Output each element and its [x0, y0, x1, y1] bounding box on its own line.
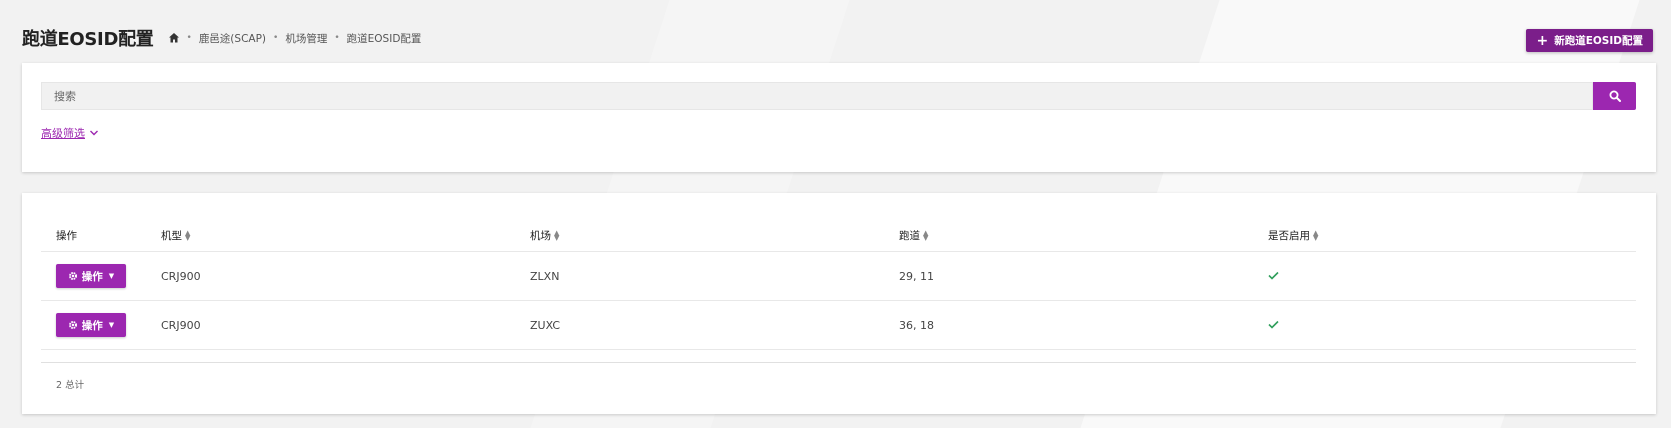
- breadcrumb: • 鹿邑途(SCAP) • 机场管理 • 跑道EOSID配置: [168, 31, 422, 46]
- breadcrumb-separator: •: [186, 33, 192, 43]
- action-cell: 操作 ▼: [41, 313, 161, 337]
- column-header-enabled[interactable]: 是否启用 ▲ ▼: [1268, 228, 1636, 243]
- sort-icon[interactable]: ▲ ▼: [1313, 229, 1318, 241]
- caret-down-icon: ▼: [108, 321, 115, 329]
- data-table: 操作 机型 ▲ ▼ 机场 ▲ ▼ 跑道 ▲ ▼ 是否启用 ▲ ▼ 操作 ▼ CR…: [41, 219, 1636, 391]
- airport-cell: ZLXN: [530, 269, 560, 283]
- table-total: 2 总计: [41, 362, 1636, 391]
- search-card: 高级筛选: [22, 63, 1656, 172]
- breadcrumb-separator: •: [273, 33, 279, 43]
- aircraft-type-cell: CRJ900: [161, 269, 201, 283]
- table-header: 操作 机型 ▲ ▼ 机场 ▲ ▼ 跑道 ▲ ▼ 是否启用 ▲ ▼: [41, 219, 1636, 252]
- caret-down-icon: ▼: [108, 272, 115, 280]
- aircraft-type-cell: CRJ900: [161, 318, 201, 332]
- sort-icon[interactable]: ▲ ▼: [554, 229, 559, 241]
- breadcrumb-item: 跑道EOSID配置: [346, 32, 422, 45]
- new-runway-eosid-button[interactable]: + 新跑道EOSID配置: [1526, 29, 1653, 52]
- action-cell: 操作 ▼: [41, 264, 161, 288]
- home-icon[interactable]: [168, 32, 180, 44]
- action-label: 操作: [81, 319, 103, 332]
- table-row: 操作 ▼ CRJ900 ZLXN 29, 11: [41, 252, 1636, 301]
- gear-icon: [68, 321, 77, 329]
- column-header-action: 操作: [56, 229, 77, 242]
- breadcrumb-item[interactable]: 鹿邑途(SCAP): [199, 31, 266, 46]
- column-header-runway[interactable]: 跑道 ▲ ▼: [899, 228, 1268, 243]
- search-bar: [41, 82, 1636, 110]
- advanced-filter-toggle[interactable]: 高级筛选: [41, 125, 99, 141]
- sort-icon[interactable]: ▲ ▼: [185, 229, 190, 241]
- column-header-airport[interactable]: 机场 ▲ ▼: [530, 228, 899, 243]
- column-header-aircraft-type[interactable]: 机型 ▲ ▼: [161, 228, 530, 243]
- enabled-cell: [1268, 270, 1636, 283]
- search-icon: [1609, 90, 1621, 102]
- table-card: 操作 机型 ▲ ▼ 机场 ▲ ▼ 跑道 ▲ ▼ 是否启用 ▲ ▼ 操作 ▼ CR…: [22, 193, 1656, 414]
- page-title: 跑道EOSID配置: [22, 29, 154, 50]
- sort-icon[interactable]: ▲ ▼: [923, 229, 928, 241]
- check-icon: [1268, 271, 1279, 280]
- runway-cell: 29, 11: [899, 269, 934, 283]
- enabled-cell: [1268, 319, 1636, 332]
- table-row: 操作 ▼ CRJ900 ZUXC 36, 18: [41, 301, 1636, 350]
- breadcrumb-separator: •: [334, 33, 340, 43]
- gear-icon: [68, 272, 77, 280]
- search-input[interactable]: [41, 82, 1593, 110]
- action-dropdown-button[interactable]: 操作 ▼: [56, 264, 126, 288]
- runway-cell: 36, 18: [899, 318, 934, 332]
- check-icon: [1268, 320, 1279, 329]
- new-button-label: 新跑道EOSID配置: [1554, 35, 1643, 47]
- page-header: 跑道EOSID配置 • 鹿邑途(SCAP) • 机场管理 • 跑道EOSID配置: [22, 26, 421, 50]
- breadcrumb-item[interactable]: 机场管理: [285, 31, 327, 46]
- airport-cell: ZUXC: [530, 318, 561, 332]
- plus-icon: +: [1536, 32, 1549, 49]
- chevron-down-icon: [90, 130, 98, 136]
- action-label: 操作: [81, 270, 103, 283]
- advanced-filter-label: 高级筛选: [41, 127, 85, 140]
- search-button[interactable]: [1593, 82, 1636, 110]
- action-dropdown-button[interactable]: 操作 ▼: [56, 313, 126, 337]
